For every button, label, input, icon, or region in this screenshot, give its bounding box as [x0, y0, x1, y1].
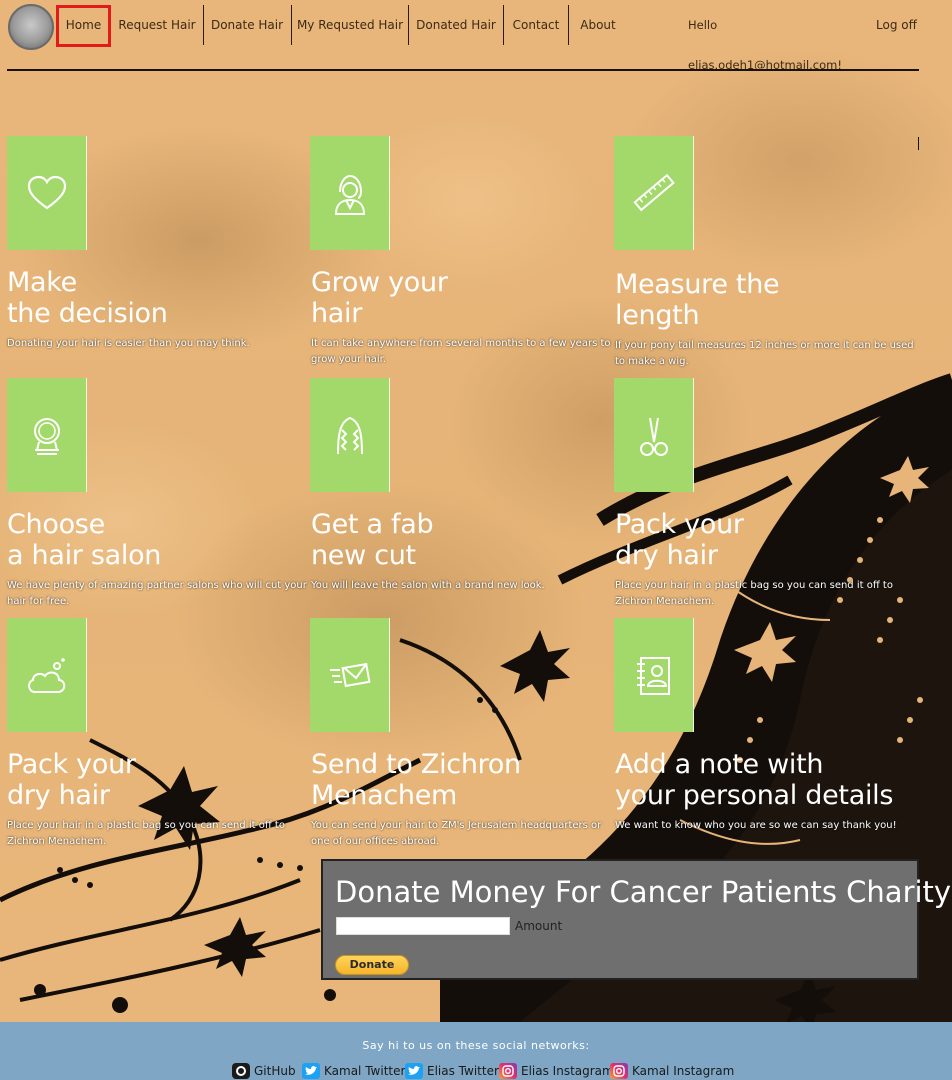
instagram-icon	[610, 1063, 628, 1079]
step-tile-measure-length	[614, 136, 694, 250]
step-description: If your pony tail measures 12 inches or …	[615, 340, 914, 367]
logoff-link[interactable]: Log off	[876, 5, 926, 45]
step-description: Place your hair in a plastic bag so you …	[615, 580, 893, 607]
step-title: Pack your dry hair	[615, 509, 744, 571]
woman-icon	[334, 174, 366, 215]
step-description: It can take anywhere from several months…	[311, 338, 611, 365]
amount-label: Amount	[515, 919, 563, 933]
nav-request-hair[interactable]: Request Hair	[116, 5, 198, 45]
mirror-icon	[34, 418, 60, 455]
scroll-marker	[918, 137, 919, 150]
social-label: Elias Instagram	[521, 1064, 614, 1078]
bubbles-icon	[28, 658, 66, 693]
step-tile-grow-hair	[310, 136, 390, 250]
nav-my-requested-hair[interactable]: My Requsted Hair	[296, 5, 404, 45]
step-description: We have plenty of amazing partner salons…	[7, 580, 307, 607]
nav-about[interactable]: About	[573, 5, 623, 45]
nav-home[interactable]: Home	[59, 5, 108, 45]
step-title: Add a note with your personal details	[615, 749, 894, 811]
social-link-github[interactable]: GitHub	[232, 1062, 296, 1080]
github-icon	[232, 1063, 250, 1079]
braids-icon	[337, 416, 363, 455]
step-title: Make the decision	[7, 267, 168, 329]
step-title: Choose a hair salon	[7, 509, 162, 571]
step-title: Send to Zichron Menachem	[311, 749, 521, 811]
step-tile-make-decision	[7, 136, 87, 250]
step-description: You can send your hair to ZM's Jerusalem…	[311, 820, 602, 847]
ruler-icon	[633, 173, 675, 212]
user-greeting[interactable]: Hello elias.odeh1@hotmail.com!	[688, 5, 862, 72]
social-label: Elias Twitter	[427, 1064, 499, 1078]
step-tile-new-cut	[310, 378, 390, 492]
step-description: You will leave the salon with a brand ne…	[311, 580, 545, 591]
step-title: Grow your hair	[311, 267, 448, 329]
step-title: Pack your dry hair	[7, 749, 136, 811]
address-book-icon	[637, 657, 670, 695]
footer-tagline: Say hi to us on these social networks:	[362, 1039, 590, 1052]
nav-divider	[203, 5, 204, 45]
donate-money-panel: Donate Money For Cancer Patients Charity…	[321, 859, 951, 980]
nav-donated-hair[interactable]: Donated Hair	[413, 5, 499, 45]
nav-divider	[291, 5, 292, 45]
social-link-kamal-instagram[interactable]: Kamal Instagram	[610, 1062, 734, 1080]
step-tile-choose-salon	[7, 378, 87, 492]
nav-divider	[503, 5, 504, 45]
social-label: GitHub	[254, 1064, 296, 1078]
social-link-elias-instagram[interactable]: Elias Instagram	[499, 1062, 614, 1080]
site-logo[interactable]	[8, 4, 54, 50]
nav-contact[interactable]: Contact	[508, 5, 564, 45]
step-title: Get a fab new cut	[311, 509, 434, 571]
step-tile-send-zichron	[310, 618, 390, 732]
navbar: Home Request Hair Donate Hair My Requste…	[0, 0, 952, 72]
twitter-icon	[405, 1063, 423, 1079]
navbar-divider-line	[7, 69, 919, 71]
paypal-donate-button[interactable]: Donate	[335, 955, 409, 975]
nav-divider	[568, 5, 569, 45]
nav-divider	[408, 5, 409, 45]
instagram-icon	[499, 1063, 517, 1079]
footer: Say hi to us on these social networks: G…	[0, 1022, 952, 1080]
step-description: We want to know who you are so we can sa…	[615, 820, 897, 831]
twitter-icon	[302, 1063, 320, 1079]
donate-title: Donate Money For Cancer Patients Charity	[335, 875, 952, 909]
amount-input[interactable]	[336, 917, 510, 935]
heart-icon	[27, 175, 67, 210]
step-tile-pack-hair	[614, 378, 694, 492]
nav-donate-hair[interactable]: Donate Hair	[208, 5, 286, 45]
send-mail-icon	[330, 662, 371, 688]
social-label: Kamal Twitter	[324, 1064, 406, 1078]
social-label: Kamal Instagram	[632, 1064, 735, 1078]
step-description: Place your hair in a plastic bag so you …	[7, 820, 285, 847]
step-tile-pack-hair-2	[7, 618, 87, 732]
step-tile-add-note	[614, 618, 694, 732]
social-link-elias-twitter[interactable]: Elias Twitter	[405, 1062, 499, 1080]
scissors-icon	[640, 417, 668, 456]
step-title: Measure the length	[615, 269, 780, 331]
social-link-kamal-twitter[interactable]: Kamal Twitter	[302, 1062, 405, 1080]
step-description: Donating your hair is easier than you ma…	[7, 338, 250, 349]
